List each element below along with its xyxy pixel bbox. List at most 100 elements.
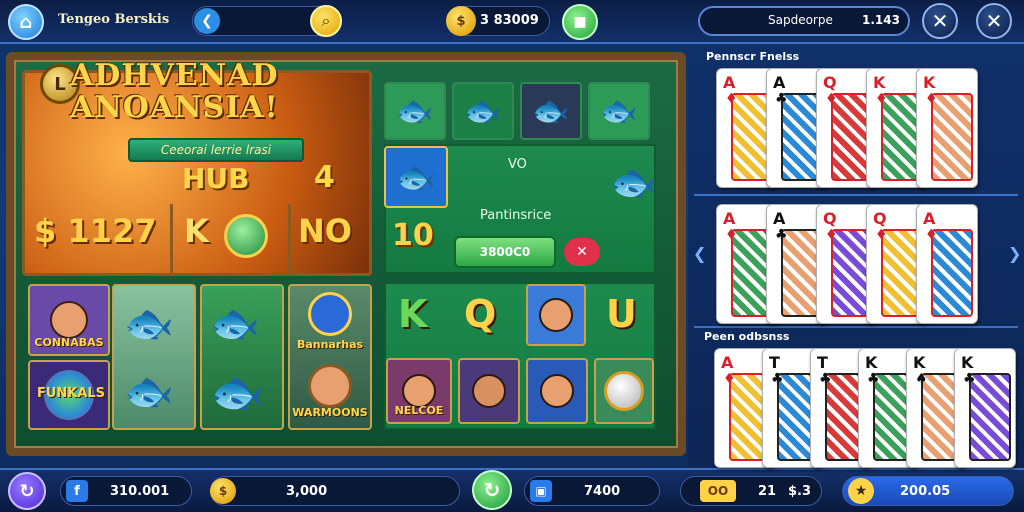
card-rank: K: [873, 73, 886, 92]
character-icon: [540, 374, 574, 408]
card-rank: A: [723, 73, 736, 92]
line-count: 10: [392, 218, 434, 253]
symbol-u[interactable]: U: [606, 292, 637, 336]
slot-caption: Bannarhas: [296, 338, 364, 351]
divider: [694, 326, 1018, 328]
level-badge: OO: [700, 480, 736, 502]
slot-tile-fisherman[interactable]: [526, 284, 586, 346]
chevron-right-icon[interactable]: ❯: [1008, 244, 1021, 263]
spin-button[interactable]: ↻: [472, 470, 512, 510]
card-suit: ♦: [875, 227, 888, 243]
character-icon: [402, 374, 436, 408]
wallet-icon: f: [66, 480, 88, 502]
fish-icon: 🐟: [532, 93, 570, 129]
fish-icon: 🐟: [210, 367, 265, 418]
close-icon: ✕: [985, 9, 1003, 33]
card-rank: A: [723, 209, 736, 228]
fish-tile-silver[interactable]: 🐟: [520, 82, 582, 140]
character-icon: [472, 374, 506, 408]
bet-amount-button[interactable]: 3800C0: [454, 236, 556, 268]
clear-bet-button[interactable]: ✕: [564, 238, 600, 266]
game-logo-line2: ANOANSIA!: [70, 90, 279, 125]
card-rank: T: [817, 353, 828, 372]
card-suit: ♣: [819, 371, 832, 387]
refresh-button[interactable]: ↻: [8, 472, 46, 510]
fish-icon: 🐟: [396, 158, 436, 196]
card-suit: ♦: [925, 91, 938, 107]
card-suit: ♦: [725, 227, 738, 243]
fish-icon: 🐟: [600, 93, 638, 129]
gift-button[interactable]: ■: [562, 4, 598, 40]
coin-value: 3 83009: [480, 13, 539, 28]
search-icon: ⌕: [321, 11, 331, 30]
score-label: Sapdeorpe: [768, 13, 833, 27]
card-rank: T: [769, 353, 780, 372]
card-panel-subheading: Peen odbsnss: [704, 330, 790, 343]
total-value: 200.05: [900, 484, 951, 499]
back-button[interactable]: ❮: [194, 8, 220, 34]
close-icon: ✕: [931, 9, 949, 33]
logo-ribbon: Ceeorai lerrie lrasi: [128, 138, 304, 162]
fish-tile-yellow[interactable]: 🐟: [384, 82, 446, 140]
fish-icon: 🐟: [396, 93, 434, 129]
level-value: 21: [758, 484, 777, 499]
divider: [288, 204, 291, 274]
slot-tile-worker[interactable]: [526, 358, 588, 424]
bet-total: 3,000: [286, 484, 328, 499]
card-rank: K: [913, 353, 926, 372]
fish-icon: 🐟: [610, 160, 658, 204]
app-title: Tengeo Berskis: [58, 12, 170, 27]
fish-tile-blue[interactable]: 🐟: [588, 82, 650, 140]
bet-caption: VO: [508, 157, 527, 172]
card-rank: A: [773, 209, 786, 228]
character-icon: [308, 364, 352, 408]
card-rank: Q: [823, 209, 837, 228]
slot-caption: WARMOONS: [292, 406, 368, 419]
bet-title: Pantinsrice: [480, 208, 552, 223]
trophy-icon: ▣: [530, 480, 552, 502]
coin-icon: $: [210, 478, 236, 504]
search-button[interactable]: ⌕: [310, 5, 342, 37]
card-suit: ♦: [825, 91, 838, 107]
home-button[interactable]: ⌂: [8, 4, 44, 40]
card-rank: K: [865, 353, 878, 372]
score-value: 1.143: [862, 13, 900, 27]
chevron-left-icon: ❮: [201, 13, 213, 29]
card-suit: ♦: [925, 227, 938, 243]
close-button[interactable]: ✕: [922, 3, 958, 39]
star-icon: ★: [848, 478, 874, 504]
card-suit: ♣: [775, 227, 788, 243]
slot-tile-explorer[interactable]: [458, 358, 520, 424]
balance-value: 310.001: [110, 484, 170, 499]
game-logo: ADHVENAD ANOANSIA!: [70, 60, 279, 124]
featured-fish-tile[interactable]: 🐟: [384, 146, 448, 208]
card-suit: ♣: [771, 371, 784, 387]
fish-icon: 🐟: [210, 301, 260, 347]
close-icon: ✕: [576, 244, 588, 260]
slot-caption: CONNABAS: [34, 336, 104, 349]
symbol-q[interactable]: Q: [464, 292, 496, 336]
card-rank: K: [961, 353, 974, 372]
symbol-k[interactable]: K: [398, 292, 427, 336]
fish-icon: 🐟: [124, 301, 174, 347]
ko-label: K: [184, 212, 209, 250]
slot-caption: NELCOE: [394, 404, 444, 417]
slot-caption: FUNKALS: [36, 386, 106, 401]
shield-icon: [308, 292, 352, 336]
card-suit: ♣: [867, 371, 880, 387]
chevron-left-icon[interactable]: ❮: [693, 244, 706, 263]
fish-tile-orange[interactable]: 🐟: [452, 82, 514, 140]
card-suit: ♣: [963, 371, 976, 387]
playing-card[interactable]: A ♦: [916, 204, 978, 324]
exit-button[interactable]: ✕: [976, 3, 1012, 39]
spin-icon: ↻: [483, 478, 501, 502]
playing-card[interactable]: K ♦: [916, 68, 978, 188]
game-logo-line1: ADHVENAD: [70, 58, 279, 93]
playing-card[interactable]: K ♣: [954, 348, 1016, 468]
card-rank: Q: [873, 209, 887, 228]
slot-tile-coin[interactable]: [594, 358, 654, 424]
level-suffix: $.3: [788, 484, 812, 499]
hub-label: HUB: [182, 162, 250, 195]
card-rank: Q: [823, 73, 837, 92]
card-rank: K: [923, 73, 936, 92]
